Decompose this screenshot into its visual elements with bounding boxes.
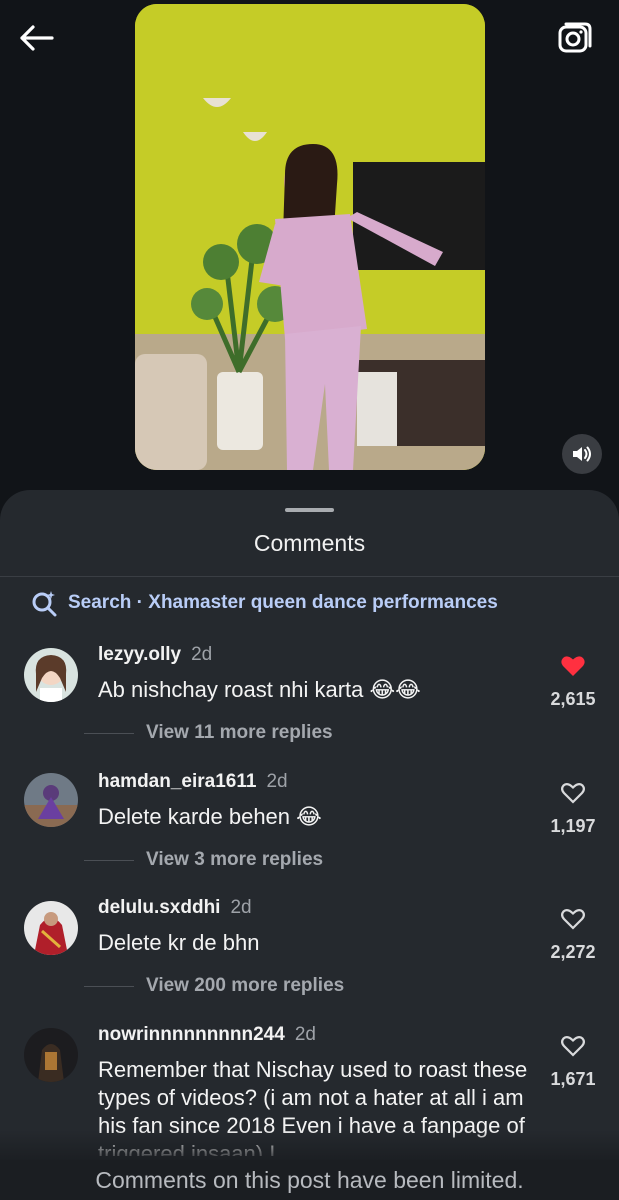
replies-line [84, 732, 134, 734]
comment-header: hamdan_eira1611 2d [98, 771, 288, 793]
comments-limited-text: Comments on this post have been limited. [95, 1166, 524, 1193]
replies-line [84, 985, 134, 987]
comment-time: 2d [230, 897, 252, 918]
like-button[interactable]: 1,197 [543, 781, 603, 837]
avatar[interactable] [24, 773, 78, 827]
comment-item: lezyy.olly 2d Ab nishchay roast nhi kart… [0, 640, 619, 760]
avatar[interactable] [24, 901, 78, 955]
media-area [0, 0, 619, 500]
comment-username[interactable]: hamdan_eira1611 [98, 771, 256, 793]
arrow-left-icon [20, 25, 54, 51]
comment-header: delulu.sxddhi 2d [98, 897, 252, 919]
search-label: Search · Xhamaster queen dance performan… [68, 592, 498, 613]
heart-icon [561, 783, 585, 804]
replies-line [84, 859, 134, 861]
divider [0, 576, 619, 577]
sparkle-search-icon [32, 591, 57, 617]
comment-username[interactable]: delulu.sxddhi [98, 897, 220, 919]
post-viewer: Comments Search · Xhamaster queen dance … [0, 0, 619, 1200]
reel-video[interactable] [135, 4, 485, 470]
related-search-link[interactable]: Search · Xhamaster queen dance performan… [30, 588, 498, 618]
comments-limited-bar: Comments on this post have been limited. [0, 1160, 619, 1200]
back-button[interactable] [14, 18, 58, 58]
like-button[interactable]: 2,272 [543, 907, 603, 963]
audio-toggle-button[interactable] [562, 434, 602, 474]
comment-time: 2d [266, 771, 288, 792]
camera-icon [558, 22, 592, 53]
like-button[interactable]: 2,615 [543, 654, 603, 710]
like-count: 2,615 [550, 689, 596, 709]
sheet-drag-handle[interactable] [285, 508, 334, 512]
view-replies-button[interactable]: View 3 more replies [84, 849, 323, 871]
comment-text: Delete karde behen 😂 [98, 804, 322, 829]
comments-sheet: Comments Search · Xhamaster queen dance … [0, 490, 619, 1200]
speaker-icon [573, 446, 591, 462]
comment-time: 2d [191, 644, 213, 665]
replies-label: View 3 more replies [146, 849, 324, 870]
comment-time: 2d [294, 1024, 316, 1045]
comment-username[interactable]: lezyy.olly [98, 644, 181, 666]
comment-header: lezyy.olly 2d [98, 644, 212, 666]
heart-filled-icon [561, 656, 585, 676]
video-frame-image [135, 4, 485, 470]
view-replies-button[interactable]: View 200 more replies [84, 975, 344, 997]
replies-label: View 11 more replies [146, 722, 333, 743]
comment-text: Delete kr de bhn [98, 930, 260, 955]
view-replies-button[interactable]: View 11 more replies [84, 722, 333, 744]
scroll-fade [0, 1130, 619, 1160]
avatar[interactable] [24, 1028, 78, 1082]
camera-button[interactable] [553, 16, 597, 60]
heart-icon [561, 909, 585, 930]
replies-label: View 200 more replies [146, 975, 345, 996]
like-count: 1,197 [550, 816, 596, 836]
like-count: 2,272 [550, 942, 596, 962]
comment-text: Ab nishchay roast nhi karta 😂😂 [98, 677, 421, 702]
comment-username[interactable]: nowrinnnnnnnnn244 [98, 1024, 285, 1046]
comment-header: nowrinnnnnnnnn244 2d [98, 1024, 316, 1046]
like-button[interactable]: 1,671 [543, 1034, 603, 1090]
like-count: 1,671 [550, 1069, 596, 1089]
comment-item: delulu.sxddhi 2d Delete kr de bhn View 2… [0, 893, 619, 1013]
avatar[interactable] [24, 648, 78, 702]
heart-icon [561, 1036, 585, 1057]
comment-item: hamdan_eira1611 2d Delete karde behen 😂 … [0, 767, 619, 887]
sheet-title: Comments [253, 530, 366, 556]
